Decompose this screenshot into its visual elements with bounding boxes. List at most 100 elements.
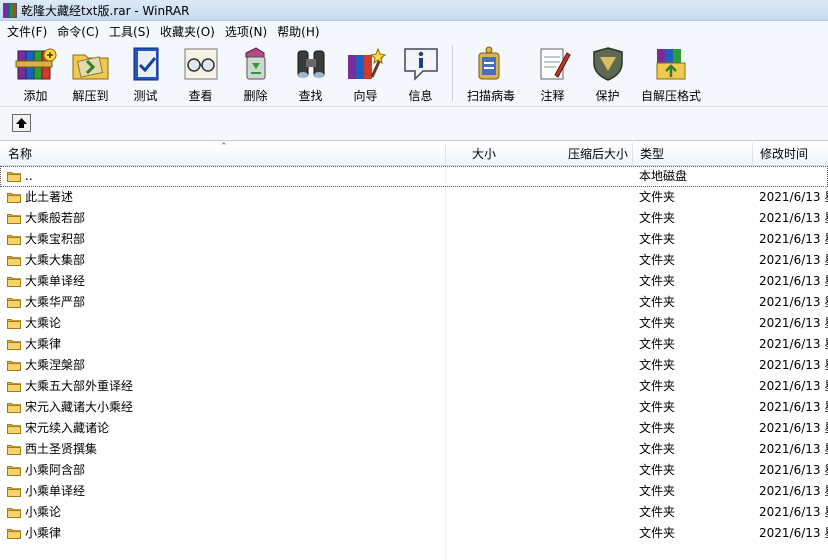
column-size[interactable]: 大小	[464, 143, 496, 166]
file-row[interactable]: 大乘华严部 文件夹 2021/6/13 星	[0, 292, 828, 313]
file-type: 文件夹	[639, 379, 676, 393]
test-book-icon	[124, 45, 168, 83]
file-name: 西土圣贤撰集	[25, 442, 98, 456]
extract-to-button[interactable]: 解压到	[63, 45, 118, 103]
file-row[interactable]: 大乘论 文件夹 2021/6/13 星	[0, 313, 828, 334]
file-row[interactable]: 大乘单译经 文件夹 2021/6/13 星	[0, 271, 828, 292]
folder-icon	[7, 380, 21, 392]
file-type: 文件夹	[639, 484, 676, 498]
file-name: 此土著述	[25, 190, 74, 204]
file-modified: 2021/6/13 星	[759, 274, 828, 288]
file-name: 小乘单译经	[25, 484, 86, 498]
file-row[interactable]: 小乘阿含部 文件夹 2021/6/13 星	[0, 460, 828, 481]
file-modified: 2021/6/13 星	[759, 379, 828, 393]
file-modified: 2021/6/13 星	[759, 400, 828, 414]
folder-icon	[7, 296, 21, 308]
file-row[interactable]: 大乘宝积部 文件夹 2021/6/13 星	[0, 229, 828, 250]
file-row[interactable]: 西土圣贤撰集 文件夹 2021/6/13 星	[0, 439, 828, 460]
view-label: 查看	[188, 89, 213, 103]
wizard-button[interactable]: 向导	[338, 45, 393, 103]
menu-tools[interactable]: 工具(S)	[104, 23, 155, 40]
up-arrow-icon	[16, 118, 27, 128]
folder-icon	[7, 359, 21, 371]
toolbar-separator	[452, 45, 453, 101]
menu-options[interactable]: 选项(N)	[220, 23, 272, 40]
file-row[interactable]: 大乘涅槃部 文件夹 2021/6/13 星	[0, 355, 828, 376]
winrar-books-icon	[3, 2, 17, 18]
column-type[interactable]: 类型	[632, 143, 664, 166]
extract-to-label: 解压到	[72, 89, 109, 103]
file-type: 文件夹	[639, 316, 676, 330]
test-button[interactable]: 测试	[118, 45, 173, 103]
scan-virus-label: 扫描病毒	[466, 89, 515, 103]
file-list-header: 名称 ⌃ 大小 压缩后大小 类型 修改时间	[0, 142, 828, 166]
file-name: 大乘般若部	[25, 211, 86, 225]
file-row[interactable]: 宋元入藏诸大小乘经 文件夹 2021/6/13 星	[0, 397, 828, 418]
file-modified: 2021/6/13 星	[759, 358, 828, 372]
parent-folder-row[interactable]: .. 本地磁盘	[0, 166, 828, 187]
file-name: 小乘律	[25, 526, 62, 540]
delete-label: 删除	[243, 89, 268, 103]
file-name: 大乘五大部外重译经	[25, 379, 134, 393]
column-modified[interactable]: 修改时间	[752, 143, 808, 166]
folder-icon	[7, 317, 21, 329]
file-list: ..本地磁盘此土著述文件夹2021/6/13 星大乘般若部文件夹2021/6/1…	[0, 166, 828, 560]
file-type: 文件夹	[639, 526, 676, 540]
view-button[interactable]: 查看	[173, 45, 228, 103]
file-name: 大乘宝积部	[25, 232, 86, 246]
file-type: 文件夹	[639, 463, 676, 477]
window-title: 乾隆大藏经txt版.rar - WinRAR	[21, 3, 190, 18]
file-type: 文件夹	[639, 358, 676, 372]
file-modified: 2021/6/13 星	[759, 211, 828, 225]
file-modified: 2021/6/13 星	[759, 190, 828, 204]
file-type: 文件夹	[639, 253, 676, 267]
find-button[interactable]: 查找	[283, 45, 338, 103]
up-folder-button[interactable]	[12, 114, 31, 132]
info-icon	[399, 45, 443, 83]
file-name: 大乘华严部	[25, 295, 86, 309]
folder-icon	[7, 527, 21, 539]
comment-label: 注释	[540, 89, 565, 103]
sfx-box-icon	[649, 45, 693, 83]
file-row[interactable]: 大乘律 文件夹 2021/6/13 星	[0, 334, 828, 355]
column-packed-size[interactable]: 压缩后大小	[560, 143, 628, 166]
protect-button[interactable]: 保护	[580, 45, 635, 103]
file-row[interactable]: 此土著述 文件夹 2021/6/13 星	[0, 187, 828, 208]
file-row[interactable]: 大乘五大部外重译经 文件夹 2021/6/13 星	[0, 376, 828, 397]
file-row[interactable]: 宋元续入藏诸论 文件夹 2021/6/13 星	[0, 418, 828, 439]
file-modified: 2021/6/13 星	[759, 421, 828, 435]
find-label: 查找	[298, 89, 323, 103]
file-row[interactable]: 大乘大集部 文件夹 2021/6/13 星	[0, 250, 828, 271]
file-row[interactable]: 大乘般若部 文件夹 2021/6/13 星	[0, 208, 828, 229]
delete-recycle-icon	[234, 45, 278, 83]
menu-commands[interactable]: 命令(C)	[52, 23, 104, 40]
file-modified: 2021/6/13 星	[759, 505, 828, 519]
file-name: 小乘阿含部	[25, 463, 86, 477]
comment-button[interactable]: 注释	[525, 45, 580, 103]
address-bar	[0, 107, 828, 141]
file-row[interactable]: 小乘论 文件夹 2021/6/13 星	[0, 502, 828, 523]
sfx-button[interactable]: 自解压格式	[635, 45, 707, 103]
file-row[interactable]: 小乘律 文件夹 2021/6/13 星	[0, 523, 828, 544]
file-name: 大乘单译经	[25, 274, 86, 288]
file-modified: 2021/6/13 星	[759, 232, 828, 246]
menu-help[interactable]: 帮助(H)	[272, 23, 324, 40]
add-button[interactable]: 添加	[8, 45, 63, 103]
file-type: 文件夹	[639, 274, 676, 288]
folder-icon	[7, 212, 21, 224]
wizard-icon	[344, 45, 388, 83]
toolbar: 添加 解压到 测试 查看 删除 查找 向导 信息 扫描病毒 注释 保护 自解压格…	[0, 41, 828, 107]
column-divider[interactable]	[445, 143, 446, 166]
delete-button[interactable]: 删除	[228, 45, 283, 103]
title-bar[interactable]: 乾隆大藏经txt版.rar - WinRAR	[0, 0, 828, 21]
menu-file[interactable]: 文件(F)	[2, 23, 52, 40]
file-modified: 2021/6/13 星	[759, 253, 828, 267]
scan-virus-button[interactable]: 扫描病毒	[457, 45, 525, 103]
file-row[interactable]: 小乘单译经 文件夹 2021/6/13 星	[0, 481, 828, 502]
file-type: 文件夹	[639, 232, 676, 246]
file-modified: 2021/6/13 星	[759, 526, 828, 540]
file-type: 文件夹	[639, 400, 676, 414]
folder-icon	[7, 275, 21, 287]
info-button[interactable]: 信息	[393, 45, 448, 103]
menu-favorites[interactable]: 收藏夹(O)	[155, 23, 220, 40]
